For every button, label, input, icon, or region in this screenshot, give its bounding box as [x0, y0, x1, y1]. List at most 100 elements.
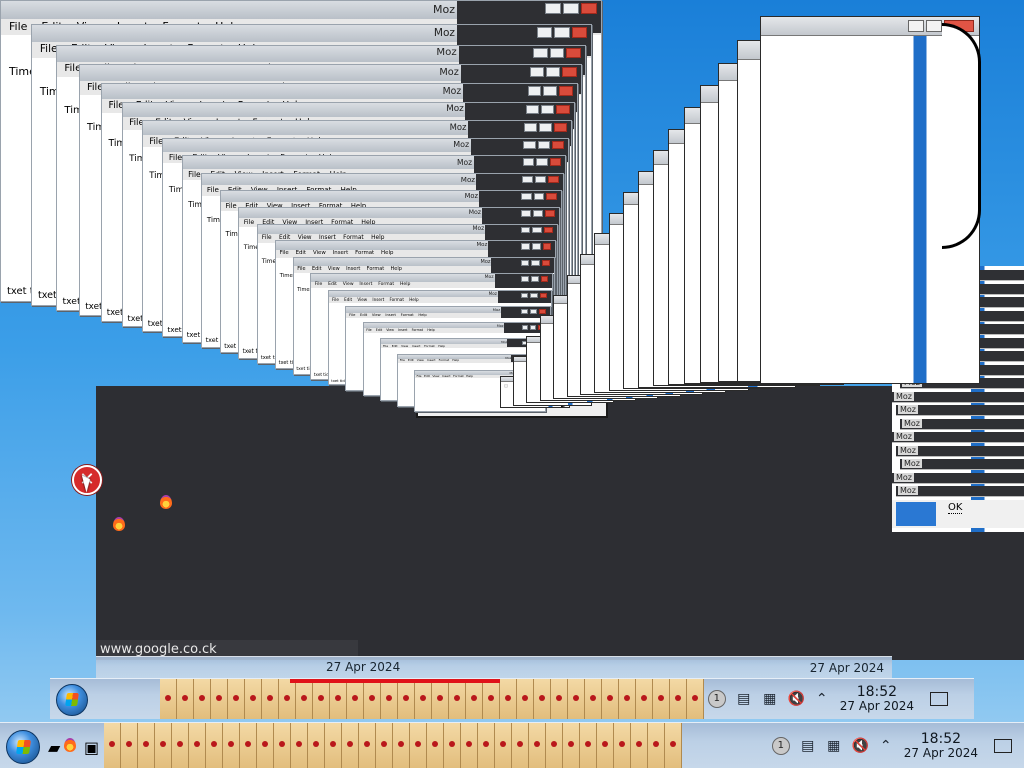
menu-item-file[interactable]: File [332, 297, 339, 302]
close-button[interactable] [541, 259, 550, 266]
menu-item-file[interactable]: File [169, 153, 182, 162]
close-button[interactable] [581, 3, 597, 14]
maximize-button[interactable] [543, 86, 558, 96]
menu-item-help[interactable]: Help [438, 344, 445, 348]
menu-item-file[interactable]: File [225, 202, 236, 210]
close-button[interactable] [545, 209, 555, 217]
taskbar-button[interactable] [653, 679, 670, 719]
taskbar-button[interactable] [325, 723, 342, 768]
maximize-button[interactable] [532, 226, 542, 234]
menu-item-view[interactable]: View [313, 250, 326, 256]
folder-icon[interactable]: ▰ [48, 738, 60, 757]
menu-item-insert[interactable]: Insert [359, 282, 372, 287]
taskbar-button[interactable] [597, 723, 614, 768]
menu-item-file[interactable]: File [297, 266, 305, 272]
clock[interactable]: 18:52 27 Apr 2024 [904, 732, 978, 760]
close-button[interactable] [559, 86, 573, 96]
taskbar-button[interactable] [313, 679, 330, 719]
chevron-up-icon[interactable]: ⌃ [878, 738, 894, 754]
close-button[interactable] [571, 26, 588, 38]
menu-item-format[interactable]: Format [367, 266, 385, 272]
maximize-button[interactable] [533, 192, 545, 201]
close-button[interactable] [546, 192, 557, 201]
menu-item-help[interactable]: Help [381, 250, 393, 256]
taskbar-button[interactable] [330, 679, 347, 719]
maximize-button[interactable] [536, 158, 548, 167]
menu-item-help[interactable]: Help [409, 297, 418, 302]
taskbar-button[interactable] [172, 723, 189, 768]
menu-item-file[interactable]: File [400, 358, 405, 362]
menu-item-file[interactable]: File [383, 344, 388, 348]
maximize-button[interactable] [554, 26, 570, 38]
taskbar-button[interactable] [670, 679, 687, 719]
taskbar-button[interactable] [104, 723, 121, 768]
menu-item-view[interactable]: View [417, 358, 424, 362]
taskbar-button[interactable] [614, 723, 631, 768]
menu-item-edit[interactable]: Edit [328, 282, 337, 287]
minimize-button[interactable] [908, 20, 924, 32]
close-button[interactable] [538, 308, 546, 314]
menu-item-file[interactable]: File [416, 374, 421, 378]
menu-item-format[interactable]: Format [389, 297, 403, 302]
taskbar-button[interactable] [529, 723, 546, 768]
maximize-button[interactable] [549, 47, 565, 58]
menu-item-view[interactable]: View [357, 297, 367, 302]
menu-item-help[interactable]: Help [466, 374, 473, 378]
taskbar-button[interactable] [585, 679, 602, 719]
minimize-button[interactable] [521, 325, 529, 330]
maximize-button[interactable] [546, 67, 561, 78]
menu-item-file[interactable]: File [315, 282, 323, 287]
menu-item-insert[interactable]: Insert [398, 328, 407, 332]
firefox-taskbar-icon[interactable] [64, 738, 76, 752]
menu-item-file[interactable]: File [262, 235, 272, 241]
maximize-button[interactable] [534, 175, 546, 184]
menu-item-view[interactable]: View [386, 328, 394, 332]
minimize-button[interactable] [504, 384, 508, 388]
close-button[interactable] [543, 226, 554, 234]
close-button[interactable] [566, 47, 582, 58]
taskbar-button[interactable] [194, 679, 211, 719]
maximize-button[interactable] [530, 292, 538, 299]
taskbar-button[interactable] [189, 723, 206, 768]
menu-item-insert[interactable]: Insert [346, 266, 360, 272]
close-button[interactable] [549, 158, 562, 167]
minimize-button[interactable] [520, 243, 530, 250]
maximize-button[interactable] [530, 276, 539, 283]
show-desktop-button[interactable] [994, 739, 1012, 753]
menu-item-insert[interactable]: Insert [427, 358, 436, 362]
minimize-button[interactable] [527, 86, 542, 96]
volume-muted-icon[interactable]: 🔇 [852, 738, 869, 754]
menu-item-format[interactable]: Format [401, 313, 414, 317]
image-viewer-icon[interactable]: ▣ [84, 738, 99, 757]
taskbar-button[interactable] [580, 723, 597, 768]
close-button[interactable] [556, 104, 570, 114]
menu-item-view[interactable]: View [432, 374, 439, 378]
taskbar-button[interactable] [398, 679, 415, 719]
menu-item-help[interactable]: Help [452, 358, 459, 362]
taskbar-button[interactable] [342, 723, 359, 768]
taskbar-button[interactable] [495, 723, 512, 768]
menu-item-edit[interactable]: Edit [312, 266, 322, 272]
taskbar-button[interactable] [245, 679, 262, 719]
taskbar-button[interactable] [449, 679, 466, 719]
maximize-button[interactable] [531, 243, 541, 250]
minimize-button[interactable] [520, 259, 530, 266]
close-button[interactable] [542, 243, 552, 250]
taskbar-button[interactable] [274, 723, 291, 768]
maximize-button[interactable] [563, 3, 579, 14]
menu-item-edit[interactable]: Edit [344, 297, 352, 302]
minimize-button[interactable] [521, 308, 529, 314]
taskbar-button[interactable] [228, 679, 245, 719]
notification-badge[interactable]: 1 [771, 737, 790, 755]
taskbar-button[interactable] [177, 679, 194, 719]
minimize-button[interactable] [523, 140, 536, 150]
taskbar-button[interactable] [381, 679, 398, 719]
close-button[interactable] [548, 175, 560, 184]
taskbar-button[interactable] [432, 679, 449, 719]
menu-item-format[interactable]: Format [378, 282, 394, 287]
maximize-button[interactable] [531, 259, 540, 266]
taskbar-button[interactable] [415, 679, 432, 719]
minimize-button[interactable] [524, 122, 538, 132]
menu-item-insert[interactable]: Insert [372, 297, 384, 302]
taskbar-button[interactable] [619, 679, 636, 719]
